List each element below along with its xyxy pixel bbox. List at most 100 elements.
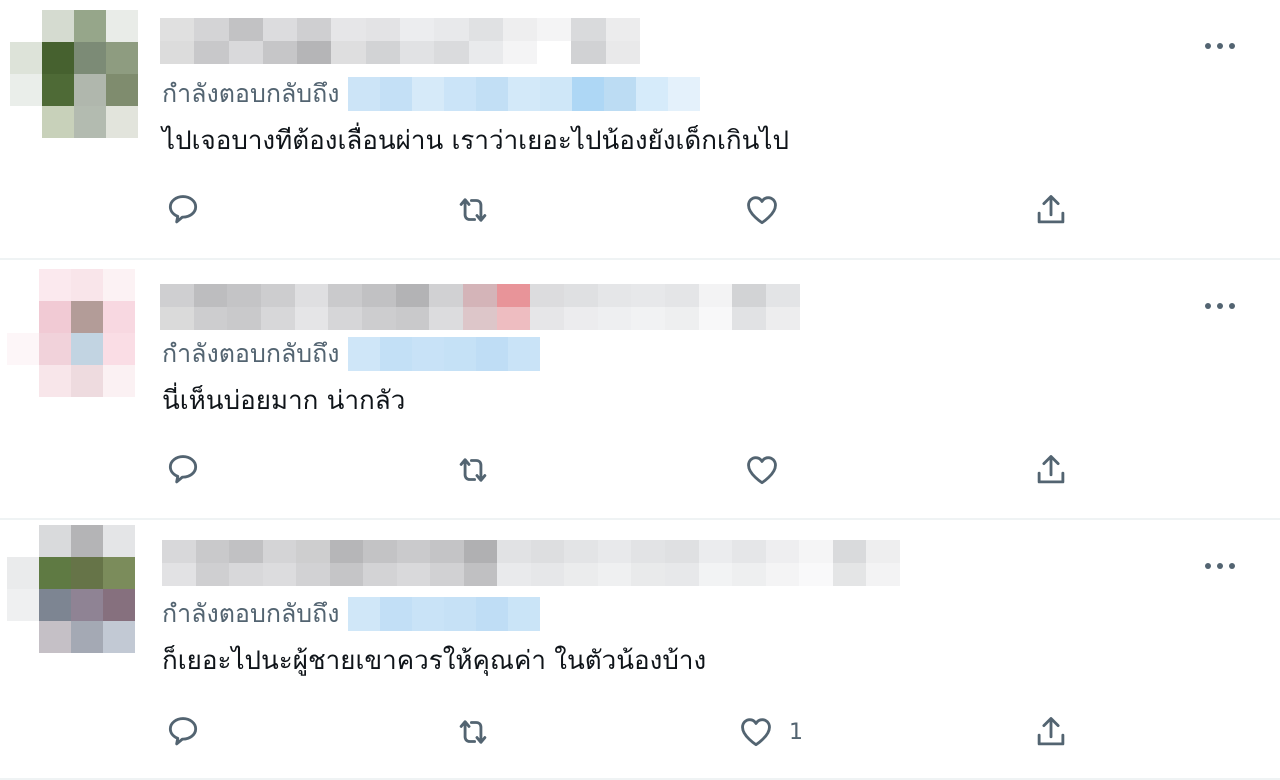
tweet-text: ไปเจอบางทีต้องเลื่อนผ่าน เราว่าเยอะไปน้อ… xyxy=(162,126,789,156)
like-button[interactable]: 1 xyxy=(737,710,803,754)
share-button[interactable] xyxy=(1032,710,1070,754)
more-options-button[interactable] xyxy=(1202,288,1238,324)
name-pixel xyxy=(597,307,632,330)
avatar[interactable] xyxy=(7,269,135,397)
avatar-pixel xyxy=(74,42,106,74)
name-pixel xyxy=(195,563,230,586)
name-pixel xyxy=(631,284,666,307)
avatar-pixel xyxy=(103,269,135,301)
avatar-pixel xyxy=(7,269,39,301)
name-pixel xyxy=(732,307,767,330)
name-pixel xyxy=(294,307,329,330)
avatar-pixel xyxy=(39,333,71,365)
avatar-pixel xyxy=(106,74,138,106)
name-pixel xyxy=(564,563,598,586)
tweet-text: นี่เห็นบ่อยมาก น่ากลัว xyxy=(162,386,406,416)
replying-to-line: กำลังตอบกลับถึง xyxy=(162,334,540,374)
name-pixel xyxy=(665,307,699,330)
display-name-blurred[interactable] xyxy=(160,284,800,330)
name-pixel xyxy=(463,540,498,563)
name-pixel xyxy=(571,18,606,41)
name-pixel xyxy=(698,563,733,586)
avatar-pixel xyxy=(103,621,135,653)
share-icon xyxy=(1037,195,1065,224)
mention-pixel xyxy=(443,337,476,371)
avatar-pixel xyxy=(7,589,39,621)
tweet-card[interactable]: กำลังตอบกลับถึง ก็เยอะไปนะผู้ชายเขาควรให… xyxy=(0,520,1280,780)
name-pixel xyxy=(766,284,800,307)
name-pixel xyxy=(564,540,598,563)
tweet-card[interactable]: กำลังตอบกลับถึง ไปเจอบางทีต้องเลื่อนผ่าน… xyxy=(0,0,1280,260)
avatar[interactable] xyxy=(7,525,135,653)
avatar-pixel xyxy=(42,106,74,138)
name-pixel xyxy=(331,41,366,64)
display-name-blurred[interactable] xyxy=(160,18,640,64)
name-pixel xyxy=(468,41,503,64)
name-pixel xyxy=(866,563,900,586)
name-pixel xyxy=(698,284,733,307)
name-pixel xyxy=(665,284,699,307)
avatar-pixel xyxy=(7,301,39,333)
mention-link-blurred[interactable] xyxy=(347,77,700,111)
name-pixel xyxy=(229,540,263,563)
name-pixel xyxy=(496,284,531,307)
retweet-button[interactable] xyxy=(454,448,492,492)
reply-button[interactable] xyxy=(164,710,202,754)
avatar-pixel xyxy=(71,333,103,365)
reply-button[interactable] xyxy=(164,188,202,232)
name-pixel xyxy=(162,540,196,563)
name-pixel xyxy=(631,540,665,563)
avatar-pixel xyxy=(10,106,42,138)
name-pixel xyxy=(429,284,464,307)
name-pixel xyxy=(463,284,497,307)
display-name-blurred[interactable] xyxy=(162,540,900,586)
reply-button[interactable] xyxy=(164,448,202,492)
like-button[interactable] xyxy=(743,188,795,232)
name-pixel xyxy=(530,284,565,307)
like-button[interactable] xyxy=(743,448,795,492)
name-pixel xyxy=(698,540,733,563)
retweet-button[interactable] xyxy=(454,188,492,232)
name-pixel xyxy=(399,18,435,41)
mention-link-blurred[interactable] xyxy=(347,597,540,631)
avatar-pixel xyxy=(10,42,42,74)
name-pixel xyxy=(564,284,598,307)
retweet-icon xyxy=(459,458,487,482)
share-button[interactable] xyxy=(1032,448,1070,492)
name-pixel xyxy=(463,563,498,586)
mention-link-blurred[interactable] xyxy=(347,337,540,371)
mention-pixel xyxy=(347,77,380,111)
share-button[interactable] xyxy=(1032,188,1070,232)
name-pixel xyxy=(530,563,565,586)
name-pixel xyxy=(597,540,632,563)
name-pixel xyxy=(193,307,228,330)
avatar-pixel xyxy=(71,269,103,301)
name-pixel xyxy=(229,563,263,586)
avatar-pixel xyxy=(42,42,74,74)
more-options-button[interactable] xyxy=(1202,548,1238,584)
name-pixel xyxy=(765,563,800,586)
avatar-pixel xyxy=(39,365,71,397)
mention-pixel xyxy=(571,77,604,111)
name-pixel xyxy=(262,18,298,41)
more-icon xyxy=(1205,43,1235,49)
name-pixel xyxy=(564,307,598,330)
name-pixel xyxy=(537,41,572,64)
avatar-pixel xyxy=(103,333,135,365)
avatar-pixel xyxy=(106,106,138,138)
name-pixel xyxy=(395,284,430,307)
mention-pixel xyxy=(475,77,508,111)
name-pixel xyxy=(502,18,538,41)
tweet-card[interactable]: กำลังตอบกลับถึง นี่เห็นบ่อยมาก น่ากลัว xyxy=(0,260,1280,520)
like-count: 1 xyxy=(789,719,803,745)
name-pixel xyxy=(537,18,572,41)
name-pixel xyxy=(228,18,263,41)
name-pixel xyxy=(396,563,431,586)
name-pixel xyxy=(530,540,565,563)
retweet-button[interactable] xyxy=(454,710,492,754)
more-options-button[interactable] xyxy=(1202,28,1238,64)
name-pixel xyxy=(363,540,397,563)
avatar-pixel xyxy=(71,621,103,653)
avatar-pixel xyxy=(7,525,39,557)
avatar[interactable] xyxy=(10,10,138,138)
